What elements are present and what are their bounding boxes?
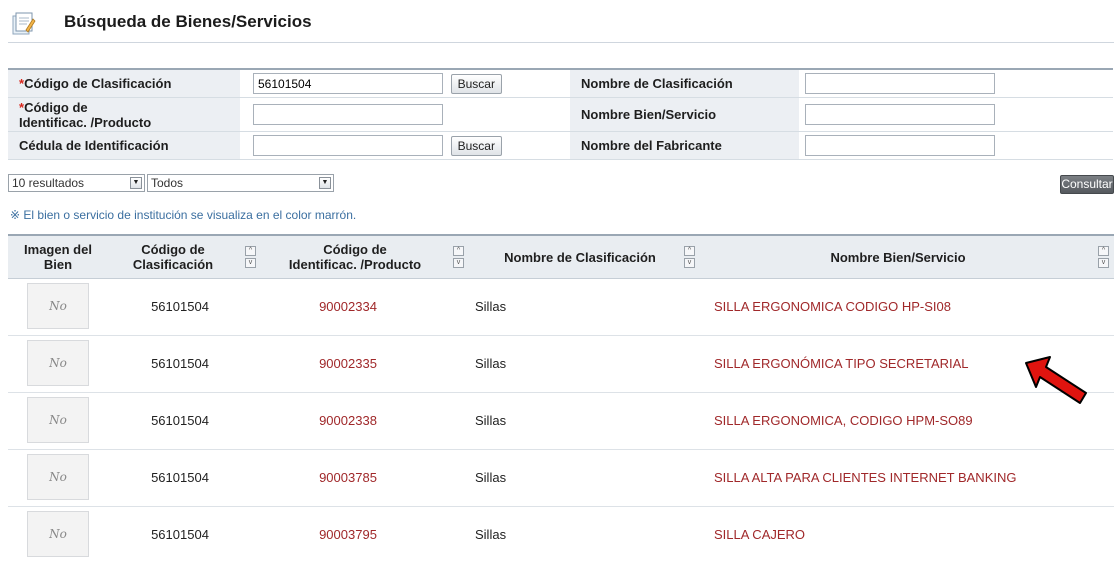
results-table: Imagen del Bien Código de Clasificación ^ …	[8, 234, 1114, 563]
sort-up-icon[interactable]: ^	[684, 246, 695, 256]
buscar-clasificacion-button[interactable]: Buscar	[450, 73, 502, 94]
cell-clasificacion: 56101504	[151, 470, 209, 485]
results-per-page-select[interactable]: 10 resultados ▼	[8, 174, 145, 192]
chevron-down-icon: ▼	[130, 177, 142, 189]
notepad-icon	[12, 12, 36, 35]
cell-clasificacion: 56101504	[151, 299, 209, 314]
no-image-placeholder: No	[27, 340, 89, 386]
codigo-identificacion-input[interactable]	[253, 104, 443, 125]
link-nombre-bien[interactable]: SILLA ALTA PARA CLIENTES INTERNET BANKIN…	[714, 450, 1114, 506]
cell-clasificacion: 56101504	[151, 413, 209, 428]
label-cedula: Cédula de Identificación	[8, 131, 240, 160]
buscar-cedula-button[interactable]: Buscar	[450, 135, 502, 156]
sort-up-icon[interactable]: ^	[1098, 246, 1109, 256]
sort-down-icon[interactable]: v	[245, 258, 256, 268]
cell-nombre-clasificacion: Sillas	[475, 413, 507, 428]
header-nombre-clasificacion: Nombre de Clasificación	[504, 249, 656, 265]
page-title: Búsqueda de Bienes/Servicios	[64, 12, 312, 31]
cell-clasificacion: 56101504	[151, 356, 209, 371]
filter-select[interactable]: Todos ▼	[147, 174, 334, 192]
no-image-placeholder: No	[27, 397, 89, 443]
sort-up-icon[interactable]: ^	[453, 246, 464, 256]
red-arrow-icon	[1025, 356, 1087, 404]
cell-nombre-clasificacion: Sillas	[475, 356, 507, 371]
cell-nombre-clasificacion: Sillas	[475, 470, 507, 485]
link-identificacion[interactable]: 90003795	[253, 507, 443, 563]
search-form: *Código de Clasificación Buscar Nombre d…	[8, 68, 1113, 160]
table-row: No 56101504 90003795 Sillas SILLA CAJERO	[8, 507, 1114, 563]
label-codigo-clasificacion: *Código de Clasificación	[8, 69, 240, 98]
cedula-input[interactable]	[253, 135, 443, 156]
link-nombre-bien[interactable]: SILLA CAJERO	[714, 507, 1114, 563]
link-identificacion[interactable]: 90002334	[253, 279, 443, 335]
link-identificacion[interactable]: 90002335	[253, 336, 443, 392]
info-note: ※ El bien o servicio de institución se v…	[10, 208, 357, 222]
nombre-bien-input[interactable]	[805, 104, 995, 125]
label-nombre-clasificacion: Nombre de Clasificación	[570, 69, 799, 98]
codigo-clasificacion-input[interactable]	[253, 73, 443, 94]
nombre-clasificacion-input[interactable]	[805, 73, 995, 94]
cell-nombre-clasificacion: Sillas	[475, 299, 507, 314]
sort-down-icon[interactable]: v	[684, 258, 695, 268]
header-codigo-identificacion: Código de Identificac. /Producto	[288, 242, 422, 272]
no-image-placeholder: No	[27, 511, 89, 557]
link-identificacion[interactable]: 90002338	[253, 393, 443, 449]
nombre-fabricante-input[interactable]	[805, 135, 995, 156]
chevron-down-icon: ▼	[319, 177, 331, 189]
sort-down-icon[interactable]: v	[453, 258, 464, 268]
sort-up-icon[interactable]: ^	[245, 246, 256, 256]
label-codigo-identificacion: *Código de Identificac. /Producto	[8, 97, 240, 132]
sort-nombre-clasificacion[interactable]: ^ v	[684, 246, 695, 268]
no-image-placeholder: No	[27, 454, 89, 500]
label-nombre-bien: Nombre Bien/Servicio	[570, 97, 799, 132]
consultar-button[interactable]: Consultar	[1060, 175, 1114, 194]
sort-clasificacion[interactable]: ^ v	[245, 246, 256, 268]
no-image-placeholder: No	[27, 283, 89, 329]
table-row: No 56101504 90002335 Sillas SILLA ERGONÓ…	[8, 336, 1114, 393]
link-nombre-bien[interactable]: SILLA ERGONOMICA CODIGO HP-SI08	[714, 279, 1114, 335]
table-header: Imagen del Bien Código de Clasificación ^ …	[8, 234, 1114, 279]
sort-down-icon[interactable]: v	[1098, 258, 1109, 268]
table-row: No 56101504 90003785 Sillas SILLA ALTA P…	[8, 450, 1114, 507]
sort-nombre-bien[interactable]: ^ v	[1098, 246, 1109, 268]
table-row: No 56101504 90002338 Sillas SILLA ERGONO…	[8, 393, 1114, 450]
link-identificacion[interactable]: 90003785	[253, 450, 443, 506]
label-nombre-fabricante: Nombre del Fabricante	[570, 131, 799, 160]
header-nombre-bien: Nombre Bien/Servicio	[830, 249, 966, 265]
header-codigo-clasificacion: Código de Clasificación	[132, 242, 214, 272]
header-imagen: Imagen del Bien	[24, 242, 92, 272]
cell-clasificacion: 56101504	[151, 527, 209, 542]
table-row: No 56101504 90002334 Sillas SILLA ERGONO…	[8, 279, 1114, 336]
cell-nombre-clasificacion: Sillas	[475, 527, 507, 542]
page-header: Búsqueda de Bienes/Servicios	[8, 4, 1114, 43]
sort-identificacion[interactable]: ^ v	[453, 246, 464, 268]
